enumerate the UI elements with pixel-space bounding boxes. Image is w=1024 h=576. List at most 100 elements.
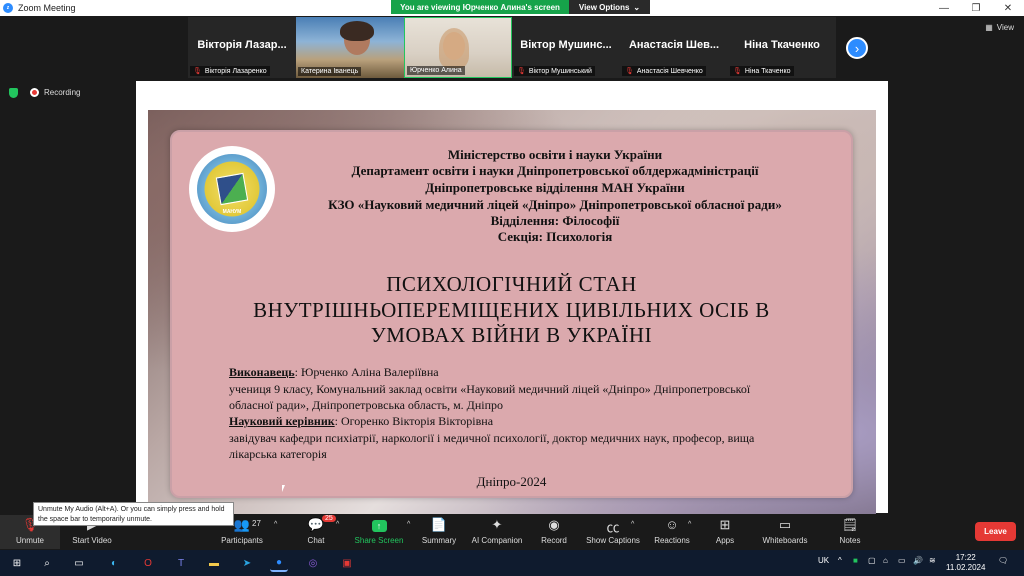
show-captions-label: Show Captions: [586, 536, 640, 545]
recording-indicator[interactable]: Recording: [30, 88, 80, 97]
chat-icon: 💬: [307, 517, 325, 532]
mic-muted-icon: 🎙: [517, 68, 526, 75]
author-description: учениця 9 класу, Комунальний заклад осві…: [229, 382, 751, 396]
participant-nameplate: 🎙 Ніна Ткаченко: [730, 66, 794, 76]
record-label: Record: [541, 536, 567, 545]
unmute-label: Unmute: [15, 536, 44, 545]
network-icon[interactable]: ⌂: [883, 556, 888, 565]
chat-label: Chat: [307, 536, 325, 545]
participant-nameplate: 🎙 Віктор Мушинський: [514, 66, 595, 76]
tray-icon[interactable]: ▢: [868, 556, 876, 565]
share-screen-label: Share Screen: [354, 536, 404, 545]
supervisor-description: лікарська категорія: [229, 447, 327, 461]
leave-button[interactable]: Leave: [975, 522, 1016, 541]
mouse-cursor: [282, 485, 285, 492]
chat-badge: 25: [322, 515, 336, 522]
participant-hair: [439, 28, 469, 68]
tray-app-icon[interactable]: ■: [853, 556, 858, 565]
slide-header-line: Департамент освіти і науки Дніпропетровс…: [351, 163, 759, 178]
opera-icon[interactable]: O: [139, 554, 157, 572]
file-explorer-icon[interactable]: ▬: [205, 554, 223, 572]
apps-label: Apps: [715, 536, 735, 545]
record-icon: [30, 88, 39, 97]
slide-title-line: ВНУТРІШНЬОПЕРЕМІЩЕНИХ ЦИВІЛЬНИХ ОСІБ В: [253, 298, 770, 322]
search-icon[interactable]: ⌕: [38, 554, 56, 572]
participant-tile[interactable]: Віктор Мушинс... 🎙 Віктор Мушинський: [512, 17, 620, 78]
viewing-banner: You are viewing Юрченко Алина's screen V…: [391, 0, 650, 14]
recording-label: Recording: [44, 88, 81, 97]
telegram-icon[interactable]: ➤: [238, 554, 256, 572]
participant-big-name: Ніна Ткаченко: [744, 39, 820, 51]
summary-label: Summary: [421, 536, 457, 545]
zoom-window: z Zoom Meeting — ❐ ✕ You are viewing Юрч…: [0, 0, 1024, 576]
participant-tile[interactable]: Ніна Ткаченко 🎙 Ніна Ткаченко: [728, 17, 836, 78]
participant-nameplate: 🎙 Анастасія Шевченко: [622, 66, 706, 76]
mic-muted-icon: 🎙: [625, 68, 634, 75]
slide-header-line: Дніпропетровське відділення МАН України: [425, 180, 685, 195]
logo-emblem: [215, 172, 249, 206]
clock-time: 17:22: [955, 553, 976, 562]
battery-icon[interactable]: ▭: [898, 556, 906, 565]
participant-nameplate: Катерина Іванець: [298, 67, 362, 76]
zoom-taskbar-icon[interactable]: ●: [270, 554, 288, 572]
edge-icon[interactable]: ◐: [105, 554, 123, 572]
ai-companion-label: AI Companion: [471, 536, 523, 545]
language-indicator[interactable]: UK: [818, 556, 829, 565]
notes-label: Notes: [839, 536, 861, 545]
chevron-up-icon[interactable]: ^: [336, 521, 339, 528]
supervisor-description: завідувач кафедри психіатрії, наркології…: [229, 431, 755, 445]
system-clock[interactable]: 17:22 11.02.2024: [946, 553, 985, 573]
next-page-button[interactable]: ›: [846, 37, 868, 59]
chevron-right-icon: ›: [854, 40, 860, 56]
participants-label: Participants: [221, 536, 263, 545]
supervisor-line: Науковий керівник: Огоренко Вікторія Вік…: [229, 414, 493, 429]
notes-icon: 🗒: [841, 517, 859, 532]
maximize-button[interactable]: ❐: [960, 0, 992, 16]
participant-tile[interactable]: Анастасія Шев... 🎙 Анастасія Шевченко: [620, 17, 728, 78]
participant-big-name: Анастасія Шев...: [628, 39, 720, 51]
chevron-up-icon[interactable]: ^: [838, 556, 842, 565]
close-button[interactable]: ✕: [992, 0, 1024, 16]
notes-button[interactable]: 🗒 Notes: [815, 517, 885, 545]
notification-icon[interactable]: 🗨: [998, 556, 1008, 565]
participant-tile[interactable]: Вікторія Лазар... 🎙 Вікторія Лазаренко: [188, 17, 296, 78]
windows-taskbar: ⊞ ⌕ ▭ ◐ O T ▬ ➤ ● ◎ ▣ UK ^ ■ ▢ ⌂ ▭ 🔊 ≋ 1…: [0, 550, 1024, 576]
view-options-label: View Options: [578, 2, 630, 12]
unmute-tooltip: Unmute My Audio (Alt+A). Or you can simp…: [33, 502, 234, 526]
whiteboard-icon: ▭: [778, 517, 792, 532]
reactions-label: Reactions: [654, 536, 690, 545]
view-options-button[interactable]: View Options ⌄: [569, 0, 650, 14]
whiteboards-button[interactable]: ▭ Whiteboards: [750, 517, 820, 545]
viewing-message: You are viewing Юрченко Алина's screen: [391, 0, 569, 14]
window-title: Zoom Meeting: [18, 3, 76, 13]
view-layout-button[interactable]: ▦ View: [985, 23, 1014, 32]
author-name: : Юрченко Аліна Валеріївна: [294, 365, 439, 379]
slide-header-line: КЗО «Науковий медичний ліцей «Дніпро» Дн…: [328, 197, 782, 212]
slide-city-year: Дніпро-2024: [476, 474, 547, 489]
slide-header-line: Міністерство освіти і науки України: [447, 147, 663, 162]
participant-tile-active[interactable]: Юрченко Алина: [404, 17, 512, 78]
teams-icon[interactable]: T: [172, 554, 190, 572]
security-shield-icon[interactable]: [9, 88, 18, 98]
viber-icon[interactable]: ◎: [304, 554, 322, 572]
wifi-icon[interactable]: ≋: [929, 556, 936, 565]
participant-name: Катерина Іванець: [301, 68, 359, 75]
windows-start-icon[interactable]: ⊞: [8, 554, 26, 572]
mic-muted-icon: 🎙: [733, 68, 742, 75]
task-view-icon[interactable]: ▭: [70, 554, 88, 572]
chevron-up-icon[interactable]: ^: [631, 521, 634, 528]
chevron-up-icon[interactable]: ^: [274, 521, 277, 528]
volume-icon[interactable]: 🔊: [913, 556, 923, 565]
supervisor-name: : Огоренко Вікторія Вікторівна: [334, 414, 494, 428]
minimize-button[interactable]: —: [928, 0, 960, 16]
chat-button[interactable]: 💬 25 Chat: [281, 515, 351, 545]
participant-name: Ніна Ткаченко: [744, 67, 791, 75]
participant-tile-video[interactable]: Катерина Іванець: [296, 17, 404, 78]
zoom-app-icon: z: [3, 3, 13, 13]
chevron-down-icon: ⌄: [633, 2, 641, 12]
slide-title-line: УМОВАХ ВІЙНИ В УКРАЇНІ: [370, 323, 653, 347]
participants-count: 27: [252, 519, 261, 528]
slide-title-line: ПСИХОЛОГІЧНИЙ СТАН: [386, 272, 637, 296]
clock-date: 11.02.2024: [946, 563, 986, 572]
camera-app-icon[interactable]: ▣: [338, 554, 356, 572]
